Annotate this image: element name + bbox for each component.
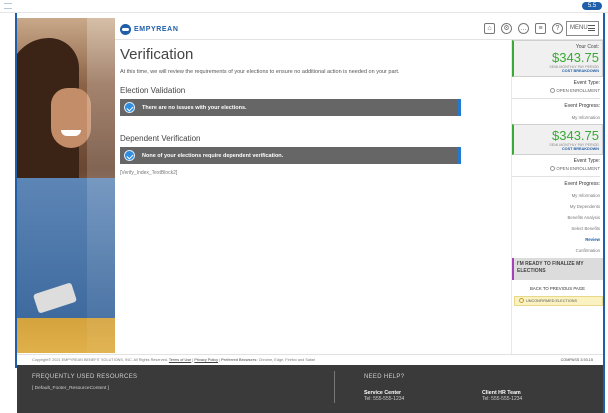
document-icon[interactable]: ≡ bbox=[535, 23, 546, 34]
footer: FREQUENTLY USED RESOURCES [ Default_Foot… bbox=[17, 365, 603, 413]
home-icon[interactable]: ⌂ bbox=[484, 23, 495, 34]
hamburger-icon[interactable] bbox=[4, 3, 12, 9]
menu-button[interactable]: MENU bbox=[566, 21, 599, 36]
contact-client-hr: Client HR Team Tel: 555-555-1234 bbox=[482, 390, 522, 402]
progress-step-select-benefits[interactable]: Select Benefits bbox=[512, 226, 600, 231]
header-icons: ⌂ ⚙ … ≡ ? bbox=[484, 23, 563, 34]
election-validation-text: There are no issues with your elections. bbox=[142, 104, 247, 111]
cost-amount: $343.75 bbox=[552, 128, 599, 143]
logo-text: EMPYREAN bbox=[134, 25, 179, 33]
cost-breakdown-link[interactable]: COST BREAKDOWN bbox=[517, 147, 599, 151]
copyright-text: Copyright© 2021 EMPYREAN BENEFIT SOLUTIO… bbox=[32, 358, 168, 362]
cost-breakdown-link[interactable]: COST BREAKDOWN bbox=[517, 69, 599, 73]
resources-section: FREQUENTLY USED RESOURCES [ Default_Foot… bbox=[32, 374, 137, 391]
dependent-verification-text: None of your elections require dependent… bbox=[142, 152, 284, 159]
election-validation-message: There are no issues with your elections. bbox=[120, 99, 461, 116]
progress-step-benefits-analysis[interactable]: Benefits Analysis bbox=[512, 215, 600, 220]
check-circle-icon bbox=[124, 102, 135, 113]
footer-divider bbox=[334, 371, 335, 403]
event-type-label: Event Type: bbox=[573, 158, 600, 164]
cost-summary: Your Cost: $343.75 SEMI-MONTHLY PAY PERI… bbox=[512, 40, 603, 77]
build-version: COMPASS 3.93.15 bbox=[560, 358, 593, 362]
event-type-text: OPEN ENROLLMENT bbox=[556, 88, 600, 93]
check-circle-icon bbox=[124, 150, 135, 161]
back-to-previous-page-link[interactable]: BACK TO PREVIOUS PAGE bbox=[512, 286, 603, 291]
intro-text: At this time, we will review the require… bbox=[120, 69, 400, 75]
progress-step[interactable]: My Information bbox=[512, 115, 600, 120]
contact-phone[interactable]: Tel: 555-555-1234 bbox=[482, 396, 522, 402]
progress-step-my-information[interactable]: My Information bbox=[512, 193, 600, 198]
info-icon bbox=[519, 298, 524, 303]
page: 5.5 EMPYREAN ⌂ ⚙ … ≡ ? MENU Verification… bbox=[0, 0, 608, 413]
radio-icon bbox=[550, 88, 556, 93]
progress-step-my-dependents[interactable]: My Dependents bbox=[512, 204, 600, 209]
help-icon[interactable]: ? bbox=[552, 23, 563, 34]
contact-phone[interactable]: Tel: 555-555-1234 bbox=[364, 396, 404, 402]
event-type-label: Event Type: bbox=[573, 80, 600, 86]
copyright-bar: Copyright© 2021 EMPYREAN BENEFIT SOLUTIO… bbox=[17, 354, 603, 365]
event-progress-label: Event Progress: bbox=[564, 103, 600, 109]
menu-label: MENU bbox=[570, 25, 588, 31]
resources-link[interactable]: [ Default_Footer_ResourceContent ] bbox=[32, 386, 137, 391]
photo-face bbox=[51, 88, 91, 148]
photo-reflection bbox=[87, 18, 115, 353]
event-type-block-secondary: Event Type: OPEN ENROLLMENT Event Progre… bbox=[512, 155, 603, 253]
page-title: Verification bbox=[120, 46, 194, 63]
help-section: NEED HELP? bbox=[364, 374, 404, 380]
right-sidebar: Your Cost: $343.75 SEMI-MONTHLY PAY PERI… bbox=[511, 40, 603, 358]
app-header: EMPYREAN ⌂ ⚙ … ≡ ? MENU bbox=[115, 18, 603, 40]
divider bbox=[512, 98, 600, 99]
hero-photo bbox=[17, 18, 115, 353]
radio-icon bbox=[550, 166, 556, 171]
help-title: NEED HELP? bbox=[364, 374, 405, 380]
empyrean-logo-icon bbox=[120, 23, 131, 35]
progress-step-confirmation[interactable]: Confirmation bbox=[512, 248, 600, 253]
right-rail bbox=[603, 13, 605, 413]
top-strip: 5.5 bbox=[0, 0, 608, 13]
terms-of-use-link[interactable]: Terms of Use bbox=[169, 358, 191, 362]
privacy-policy-link[interactable]: Privacy Policy bbox=[194, 358, 218, 362]
gear-icon[interactable]: ⚙ bbox=[501, 23, 512, 34]
photo-smile bbox=[61, 130, 81, 136]
unconfirmed-elections-alert[interactable]: UNCONFIRMED ELECTIONS bbox=[514, 296, 603, 306]
divider bbox=[512, 176, 600, 177]
text-block-placeholder: [Verify_Index_TextBlock2] bbox=[120, 170, 178, 176]
event-progress-label: Event Progress: bbox=[564, 181, 600, 187]
event-type-value: OPEN ENROLLMENT bbox=[512, 88, 600, 93]
main-content: Verification At this time, we will revie… bbox=[120, 46, 462, 176]
dependent-verification-title: Dependent Verification bbox=[120, 134, 201, 143]
version-badge: 5.5 bbox=[582, 2, 602, 10]
election-validation-title: Election Validation bbox=[120, 86, 186, 95]
contact-service-center: Service Center Tel: 555-555-1234 bbox=[364, 390, 404, 402]
event-type-block: Event Type: OPEN ENROLLMENT Event Progre… bbox=[512, 77, 603, 120]
logo[interactable]: EMPYREAN bbox=[120, 23, 178, 35]
chat-icon[interactable]: … bbox=[518, 23, 529, 34]
cost-amount: $343.75 bbox=[552, 50, 599, 65]
preferred-browsers-label: Preferred Browsers: bbox=[221, 358, 258, 362]
menu-icon bbox=[588, 25, 595, 31]
preferred-browsers-text: Chrome, Edge, Firefox and Safari bbox=[258, 358, 316, 362]
event-type-value: OPEN ENROLLMENT bbox=[512, 166, 600, 171]
finalize-elections-button[interactable]: I'M READY TO FINALIZE MY ELECTIONS bbox=[512, 258, 603, 280]
progress-step-review[interactable]: Review bbox=[512, 237, 600, 242]
unconfirmed-elections-text: UNCONFIRMED ELECTIONS bbox=[526, 299, 578, 303]
event-type-text: OPEN ENROLLMENT bbox=[556, 166, 600, 171]
dependent-verification-message: None of your elections require dependent… bbox=[120, 147, 461, 164]
resources-title: FREQUENTLY USED RESOURCES bbox=[32, 374, 138, 380]
cost-summary-secondary: $343.75 SEMI-MONTHLY PAY PERIOD COST BRE… bbox=[512, 124, 603, 155]
